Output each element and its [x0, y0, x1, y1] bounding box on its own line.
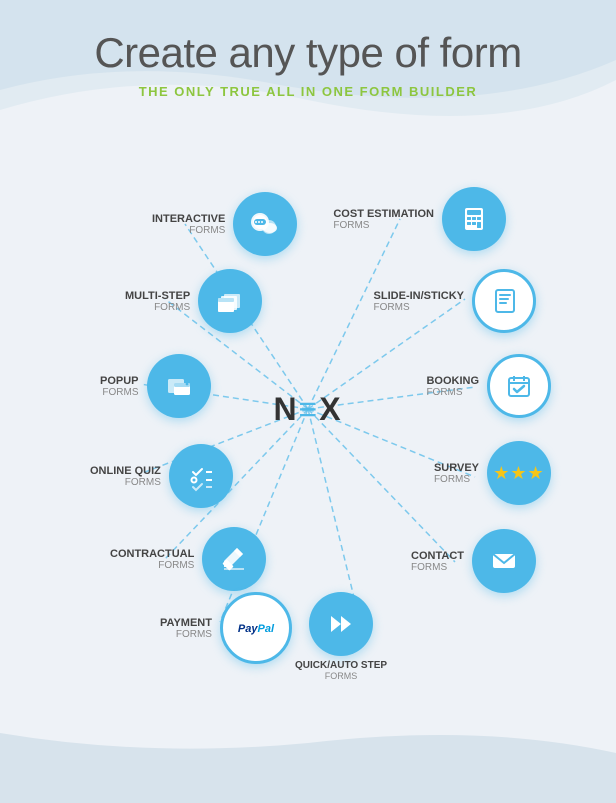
circle-popup [147, 354, 211, 418]
circle-cost [442, 187, 506, 251]
circle-multi [198, 269, 262, 333]
node-payment: PayPal PAYMENT FORMS [160, 592, 292, 664]
popup-icon [162, 369, 196, 403]
node-multi-step: MULTI-STEP FORMS [125, 269, 262, 333]
circle-payment: PayPal [220, 592, 292, 664]
node-quick-auto: QUICK/AUTO STEP FORMS [295, 592, 387, 681]
main-content: Create any type of form THE ONLY TRUE AL… [0, 0, 616, 699]
node-slide-sticky: SLIDE-IN/STICKY FORMS [374, 269, 536, 333]
circle-quiz [169, 444, 233, 508]
stars-icon: ★★★ [493, 463, 544, 484]
circle-contractual [202, 527, 266, 591]
node-contractual: CONTRACTUAL FORMS [110, 527, 266, 591]
page-subtitle: THE ONLY TRUE ALL IN ONE FORM BUILDER [0, 84, 616, 99]
wave-bottom [0, 723, 616, 803]
circle-survey: ★★★ [487, 441, 551, 505]
page-title: Create any type of form [0, 30, 616, 76]
checklist-icon [184, 459, 218, 493]
nex-logo-text: N≡X [273, 391, 342, 428]
chat-icon [247, 206, 283, 242]
circle-interactive [233, 192, 297, 256]
pen-icon [217, 542, 251, 576]
circle-slide [472, 269, 536, 333]
envelope-icon [487, 544, 521, 578]
form-diagram: .dash-line { stroke: #4db8e8; stroke-wid… [0, 119, 616, 699]
calculator-icon [457, 202, 491, 236]
node-online-quiz: ONLINE QUIZ FORMS [90, 444, 233, 508]
layers-icon [213, 284, 247, 318]
fastforward-icon [325, 608, 357, 640]
node-cost-estimation: COST ESTIMATION FORMS [333, 187, 506, 251]
circle-booking [487, 354, 551, 418]
node-survey: SURVEY FORMS ★★★ [434, 441, 551, 505]
node-booking: BOOKING FORMS [426, 354, 551, 418]
nex-logo-center: N≡X [253, 384, 363, 434]
node-popup: POPUP FORMS [100, 354, 211, 418]
calendar-icon [502, 369, 536, 403]
circle-contact [472, 529, 536, 593]
tablet-icon [487, 284, 521, 318]
page-container: Create any type of form THE ONLY TRUE AL… [0, 0, 616, 803]
node-interactive: INTERACTIVE FORMS [152, 192, 297, 256]
circle-quick [309, 592, 373, 656]
node-contact: CONTACT FORMS [411, 529, 536, 593]
